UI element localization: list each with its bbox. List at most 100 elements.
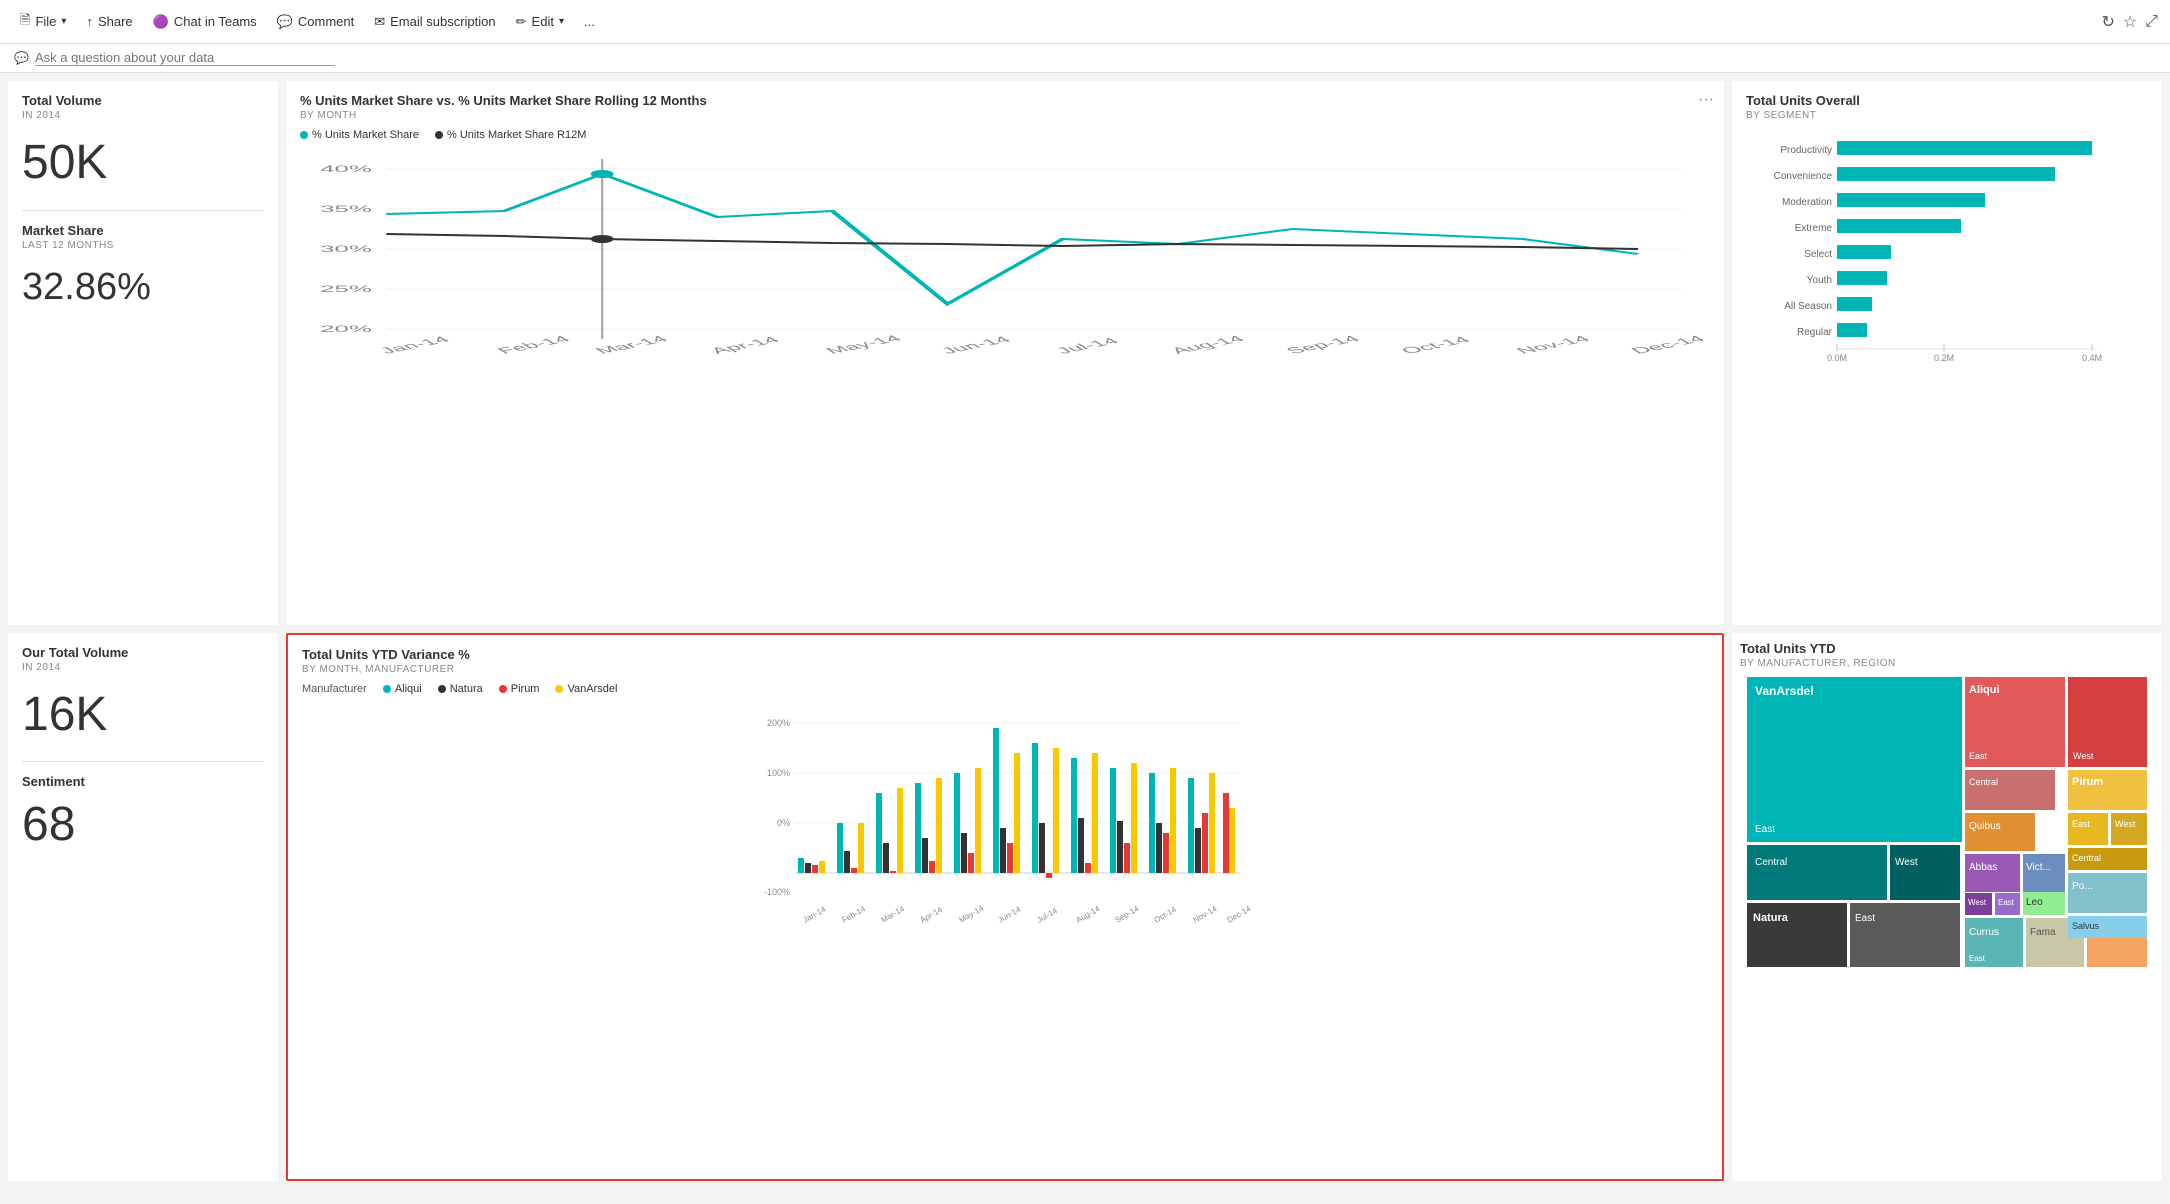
svg-text:All Season: All Season xyxy=(1784,301,1832,312)
svg-text:100%: 100% xyxy=(767,768,790,778)
hbar-chart-svg: Productivity Convenience Moderation Extr… xyxy=(1746,129,2148,399)
svg-text:Jun-14: Jun-14 xyxy=(997,904,1023,924)
treemap-title: Total Units YTD xyxy=(1740,641,2154,656)
market-share-subtitle: LAST 12 MONTHS xyxy=(22,240,264,251)
svg-text:Jan-14: Jan-14 xyxy=(375,334,454,355)
kpi-top-card: Total Volume IN 2014 50K Market Share LA… xyxy=(8,81,278,625)
svg-text:Quibus: Quibus xyxy=(1969,821,2001,832)
market-share-title: Market Share xyxy=(22,223,264,238)
total-volume-bottom-title: Our Total Volume xyxy=(22,645,264,660)
svg-text:Fama: Fama xyxy=(2030,927,2056,938)
svg-text:Aug-14: Aug-14 xyxy=(1075,903,1102,924)
svg-text:East: East xyxy=(1998,898,2015,907)
legend-dot-pirum xyxy=(499,685,507,693)
total-volume-value: 50K xyxy=(22,137,264,190)
edit-label: Edit xyxy=(532,14,554,29)
comment-button[interactable]: 💬 Comment xyxy=(269,10,363,34)
file-label: File xyxy=(35,14,56,29)
svg-text:May-14: May-14 xyxy=(821,333,906,356)
svg-text:Productivity: Productivity xyxy=(1780,145,1832,156)
line-chart-svg: 40% 35% 30% 25% 20% Jan-14 Feb-14 Mar-14… xyxy=(300,149,1710,389)
total-volume-title: Total Volume xyxy=(22,93,264,108)
svg-text:Moderation: Moderation xyxy=(1782,197,1832,208)
svg-text:30%: 30% xyxy=(320,244,372,254)
hbar-chart-card: Total Units Overall BY SEGMENT Productiv… xyxy=(1732,81,2162,625)
favorite-icon[interactable]: ☆ xyxy=(2123,12,2137,32)
legend-label-aliqui: Aliqui xyxy=(395,683,422,695)
legend-dot-teal xyxy=(300,131,308,139)
chat-teams-button[interactable]: 🟣 Chat in Teams xyxy=(145,10,265,34)
svg-text:Select: Select xyxy=(1804,249,1832,260)
svg-text:0.0M: 0.0M xyxy=(1827,353,1847,363)
fullscreen-icon[interactable]: ⤢ xyxy=(2145,13,2158,31)
gbar-chart-card: Total Units YTD Variance % BY MONTH, MAN… xyxy=(286,633,1724,1182)
svg-text:East: East xyxy=(1755,824,1775,835)
treemap-subtitle: BY MANUFACTURER, REGION xyxy=(1740,658,2154,669)
legend-label-pirum: Pirum xyxy=(511,683,540,695)
dashboard: Total Volume IN 2014 50K Market Share LA… xyxy=(0,73,2170,1189)
qa-input[interactable] xyxy=(35,50,335,66)
svg-text:East: East xyxy=(1855,913,1875,924)
svg-text:May-14: May-14 xyxy=(958,903,986,924)
chat-label: Chat in Teams xyxy=(174,14,257,29)
legend-label-vanarsdel: VanArsdel xyxy=(567,683,617,695)
svg-text:40%: 40% xyxy=(320,164,372,174)
svg-text:Convenience: Convenience xyxy=(1774,171,1833,182)
svg-text:Nov-14: Nov-14 xyxy=(1192,903,1219,924)
more-button[interactable]: ... xyxy=(576,10,603,33)
gbar-legend-mfr-label: Manufacturer xyxy=(302,683,367,695)
svg-text:Oct-14: Oct-14 xyxy=(1397,334,1475,355)
gbar-chart-subtitle: BY MONTH, MANUFACTURER xyxy=(302,664,1708,675)
svg-text:25%: 25% xyxy=(320,284,372,294)
svg-text:Jan-14: Jan-14 xyxy=(802,904,828,924)
svg-text:Aliqui: Aliqui xyxy=(1969,684,2000,696)
edit-button[interactable]: ✏ Edit ▾ xyxy=(508,10,572,34)
share-button[interactable]: ↑ Share xyxy=(78,10,140,33)
legend-label-r12m: % Units Market Share R12M xyxy=(447,129,586,141)
svg-text:35%: 35% xyxy=(320,204,372,214)
legend-aliqui: Aliqui xyxy=(383,683,422,695)
legend-vanarsdel: VanArsdel xyxy=(555,683,617,695)
email-button[interactable]: ✉ Email subscription xyxy=(366,10,503,34)
svg-text:VanArsdel: VanArsdel xyxy=(1755,684,1814,698)
qa-bar: 💬 xyxy=(0,44,2170,73)
refresh-icon[interactable]: ↻ xyxy=(2101,12,2114,32)
line-chart-more-icon[interactable]: ··· xyxy=(1698,91,1714,109)
svg-text:Po...: Po... xyxy=(2072,881,2093,892)
svg-text:Leo: Leo xyxy=(2026,897,2043,908)
svg-text:West: West xyxy=(2073,751,2094,761)
svg-text:Sep-14: Sep-14 xyxy=(1114,903,1141,924)
sentiment-value: 68 xyxy=(22,799,264,852)
edit-icon: ✏ xyxy=(516,14,527,30)
svg-text:East: East xyxy=(1969,954,1986,963)
legend-dot-vanarsdel xyxy=(555,685,563,693)
svg-text:Central: Central xyxy=(1969,777,1998,787)
share-icon: ↑ xyxy=(86,14,93,29)
svg-text:200%: 200% xyxy=(767,718,790,728)
comment-icon: 💬 xyxy=(277,14,293,30)
svg-text:Vict...: Vict... xyxy=(2026,862,2051,873)
total-volume-subtitle: IN 2014 xyxy=(22,110,264,121)
svg-text:Central: Central xyxy=(2072,853,2101,863)
hbar-chart-subtitle: BY SEGMENT xyxy=(1746,110,2148,121)
svg-text:Youth: Youth xyxy=(1807,275,1832,286)
svg-text:West: West xyxy=(1968,898,1987,907)
legend-item-r12m: % Units Market Share R12M xyxy=(435,129,586,141)
svg-text:Jul-14: Jul-14 xyxy=(1051,336,1123,356)
svg-text:Jul-14: Jul-14 xyxy=(1036,905,1060,924)
svg-text:Aug-14: Aug-14 xyxy=(1166,333,1248,355)
qa-icon: 💬 xyxy=(14,51,29,65)
comment-label: Comment xyxy=(298,14,354,29)
legend-pirum: Pirum xyxy=(499,683,540,695)
file-button[interactable]: 🗎 File ▾ xyxy=(12,7,74,37)
svg-text:Natura: Natura xyxy=(1753,912,1789,924)
gbar-chart-title: Total Units YTD Variance % xyxy=(302,647,1708,662)
legend-natura: Natura xyxy=(438,683,483,695)
svg-text:Salvus: Salvus xyxy=(2072,921,2100,931)
gbar-chart-svg: 200% 100% 0% -100% xyxy=(302,703,1708,953)
svg-text:Extreme: Extreme xyxy=(1795,223,1833,234)
line-chart-card: % Units Market Share vs. % Units Market … xyxy=(286,81,1724,625)
svg-text:Jun-14: Jun-14 xyxy=(936,334,1015,355)
legend-dot-dark xyxy=(435,131,443,139)
total-volume-bottom-subtitle: IN 2014 xyxy=(22,662,264,673)
